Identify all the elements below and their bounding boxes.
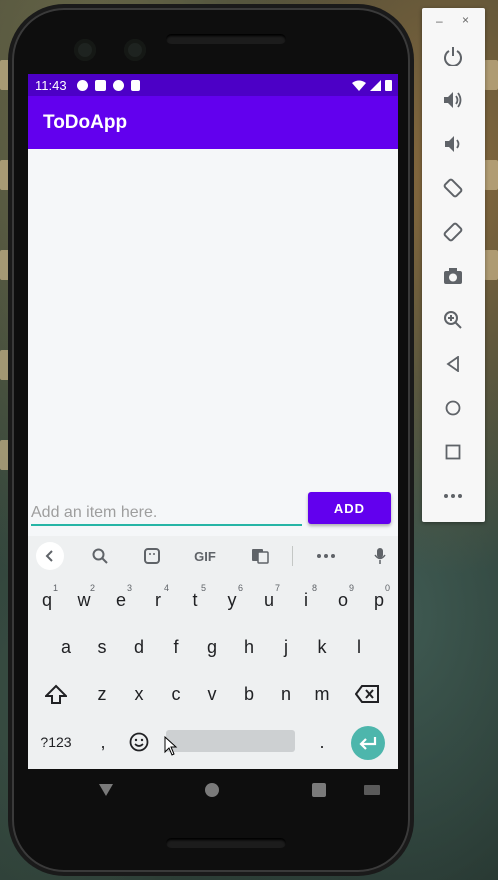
gif-button[interactable]: GIF — [190, 542, 220, 570]
key-v[interactable]: v — [195, 674, 229, 714]
keyboard-switch-icon[interactable] — [364, 785, 380, 795]
bottom-speaker — [166, 838, 286, 848]
mic-icon[interactable] — [368, 542, 392, 570]
search-icon[interactable] — [88, 542, 112, 570]
key-s[interactable]: s — [85, 627, 119, 667]
settings-notification-icon — [76, 79, 88, 91]
key-m[interactable]: m — [305, 674, 339, 714]
key-q[interactable]: q1 — [30, 580, 64, 620]
navigation-bar — [28, 769, 398, 814]
back-icon[interactable] — [441, 352, 465, 376]
desktop-icon[interactable] — [484, 60, 498, 90]
translate-icon[interactable] — [248, 542, 272, 570]
period-key[interactable]: . — [305, 722, 339, 762]
key-i[interactable]: i8 — [289, 580, 323, 620]
key-y[interactable]: y6 — [215, 580, 249, 620]
volume-up-icon[interactable] — [441, 88, 465, 112]
sd-card-notification-icon — [130, 79, 140, 91]
volume-down-icon[interactable] — [441, 132, 465, 156]
mouse-cursor-icon — [164, 736, 178, 756]
key-u[interactable]: u7 — [252, 580, 286, 620]
back-chevron-icon[interactable] — [36, 542, 64, 570]
rotate-left-icon[interactable] — [441, 176, 465, 200]
space-key[interactable] — [166, 730, 295, 752]
nav-back-icon[interactable] — [98, 783, 114, 797]
add-item-input[interactable]: Add an item here. — [31, 502, 302, 526]
key-w[interactable]: w2 — [67, 580, 101, 620]
app-bar: ToDoApp — [28, 96, 398, 149]
signal-icon — [370, 79, 381, 91]
toolbar-divider — [292, 546, 293, 566]
key-k[interactable]: k — [305, 627, 339, 667]
camera-icon[interactable] — [441, 264, 465, 288]
app-title: ToDoApp — [43, 111, 128, 133]
key-h[interactable]: h — [232, 627, 266, 667]
key-z[interactable]: z — [85, 674, 119, 714]
key-c[interactable]: c — [159, 674, 193, 714]
earpiece-speaker — [166, 34, 286, 44]
key-t[interactable]: t5 — [178, 580, 212, 620]
backspace-icon — [355, 685, 379, 703]
nav-overview-icon[interactable] — [312, 783, 326, 797]
key-g[interactable]: g — [195, 627, 229, 667]
comma-key[interactable]: , — [86, 722, 120, 762]
desktop-icon[interactable] — [484, 160, 498, 190]
status-time: 11:43 — [35, 77, 67, 93]
emulator-toolbar: – × — [422, 8, 485, 522]
key-p[interactable]: p0 — [362, 580, 396, 620]
symbols-key[interactable]: ?123 — [34, 722, 78, 762]
rotate-right-icon[interactable] — [441, 220, 465, 244]
desktop-icon[interactable] — [484, 250, 498, 280]
shift-key[interactable] — [39, 674, 73, 714]
key-b[interactable]: b — [232, 674, 266, 714]
home-icon[interactable] — [441, 396, 465, 420]
minimize-icon[interactable]: – — [436, 14, 443, 28]
status-bar: 11:43 — [28, 74, 398, 96]
emoji-icon — [129, 732, 149, 752]
key-l[interactable]: l — [342, 627, 376, 667]
soft-keyboard: GIF q1 w2 e3 r4 t5 y6 u7 i8 o9 p0 a s d … — [28, 536, 398, 769]
add-item-placeholder: Add an item here. — [31, 504, 158, 521]
zoom-icon[interactable] — [441, 308, 465, 332]
key-j[interactable]: j — [269, 627, 303, 667]
front-camera — [74, 39, 96, 61]
wifi-icon — [352, 80, 366, 91]
sync-notification-icon — [112, 79, 124, 91]
power-icon[interactable] — [441, 44, 465, 68]
more-icon[interactable] — [314, 542, 338, 570]
emoji-key[interactable] — [122, 722, 156, 762]
sticker-icon[interactable] — [140, 542, 164, 570]
device-screen: 11:43 ToDoApp Add an item here. ADD GIF — [28, 74, 398, 769]
front-sensor — [124, 39, 146, 61]
overview-icon[interactable] — [441, 440, 465, 464]
key-f[interactable]: f — [159, 627, 193, 667]
key-d[interactable]: d — [122, 627, 156, 667]
key-r[interactable]: r4 — [141, 580, 175, 620]
more-icon[interactable] — [441, 484, 465, 508]
key-e[interactable]: e3 — [104, 580, 138, 620]
battery-icon — [385, 80, 392, 91]
key-n[interactable]: n — [269, 674, 303, 714]
enter-icon — [359, 737, 377, 750]
key-x[interactable]: x — [122, 674, 156, 714]
key-a[interactable]: a — [49, 627, 83, 667]
enter-key[interactable] — [351, 726, 385, 760]
backspace-key[interactable] — [350, 674, 384, 714]
shield-notification-icon — [94, 79, 106, 91]
shift-icon — [45, 684, 67, 704]
close-icon[interactable]: × — [462, 13, 469, 27]
nav-home-icon[interactable] — [205, 783, 219, 797]
add-button[interactable]: ADD — [308, 492, 391, 524]
key-o[interactable]: o9 — [326, 580, 360, 620]
